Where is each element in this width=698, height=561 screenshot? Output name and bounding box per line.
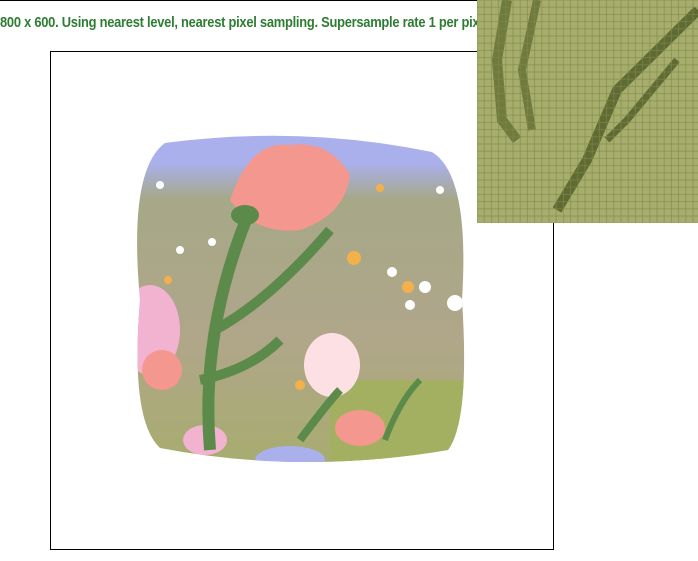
status-text: 800 x 600. Using nearest level, nearest … <box>0 14 493 31</box>
pixel-zoom-inset <box>477 0 698 223</box>
textured-quad <box>137 135 465 463</box>
